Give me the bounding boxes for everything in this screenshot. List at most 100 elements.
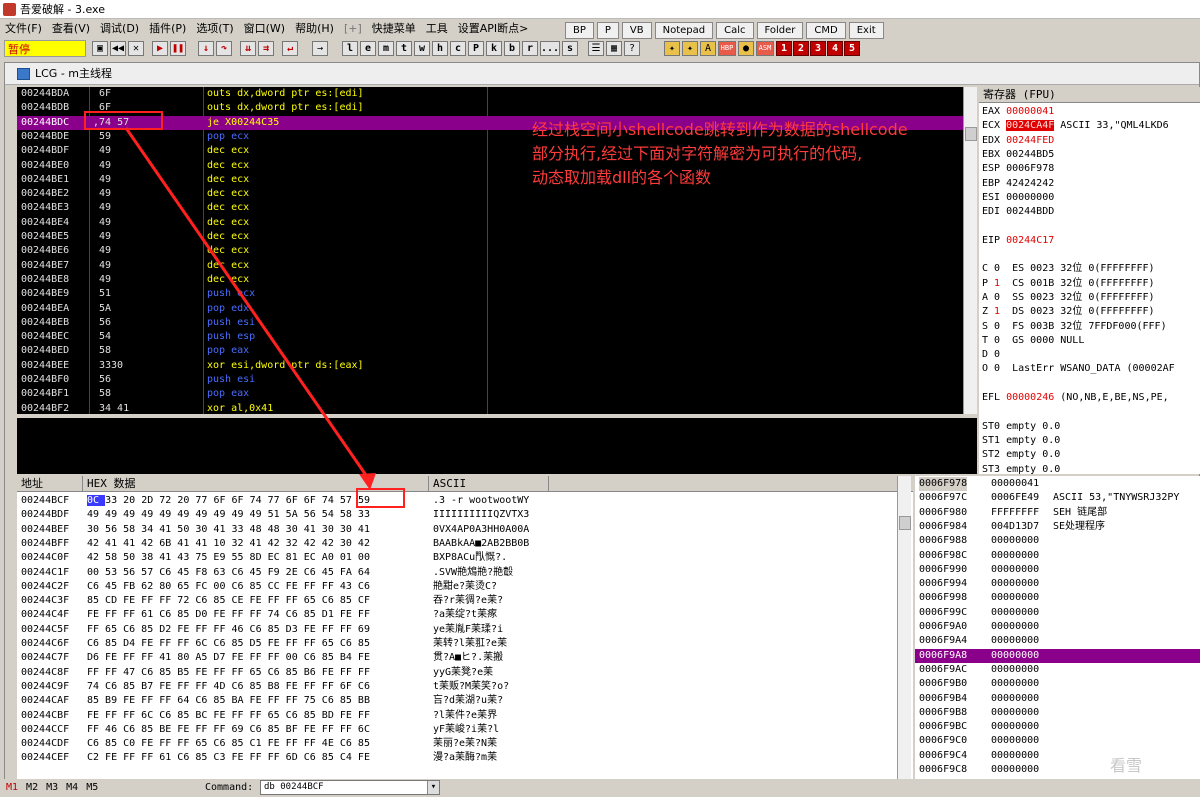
- stack-row[interactable]: 0006F9C0 00000000: [915, 734, 1200, 748]
- dump-row[interactable]: 00244C5F FF 65 C6 85 D2 FE FF FF 46 C6 85…: [17, 623, 907, 637]
- register-line[interactable]: P 1 CS 001B 32位 0(FFFFFFFF): [982, 277, 1155, 291]
- stack-row[interactable]: 0006F9C4 00000000: [915, 749, 1200, 763]
- disasm-row[interactable]: 00244BE9 51 push ecx: [17, 287, 963, 301]
- stack-row[interactable]: 0006F994 00000000: [915, 577, 1200, 591]
- asm-icon[interactable]: ASM: [756, 41, 774, 56]
- registers-pane[interactable]: 寄存器 (FPU) EAX 00000041 ECX 0024CA4F ASCII…: [979, 87, 1200, 474]
- register-line[interactable]: ECX 0024CA4F ASCII 33,"QML4LKD6: [982, 119, 1169, 133]
- window-button-12[interactable]: s: [562, 41, 578, 56]
- menu-item-9[interactable]: 工具: [421, 19, 453, 39]
- register-line[interactable]: O 0 LastErr WSANO_DATA (00002AF: [982, 362, 1175, 376]
- register-line[interactable]: EDX 00244FED: [982, 134, 1054, 148]
- register-line[interactable]: C 0 ES 0023 32位 0(FFFFFFFF): [982, 262, 1155, 276]
- execute-till-return-icon[interactable]: ↵: [282, 41, 298, 56]
- menu-item-0[interactable]: 文件(F): [0, 19, 47, 39]
- quick-button-calc[interactable]: Calc: [716, 22, 754, 39]
- stack-row[interactable]: 0006F988 00000000: [915, 534, 1200, 548]
- trace-over-icon[interactable]: ⇉: [258, 41, 274, 56]
- disasm-row[interactable]: 00244BDB 6F outs dx,dword ptr es:[edi]: [17, 101, 963, 115]
- window-button-1[interactable]: e: [360, 41, 376, 56]
- dump-row[interactable]: 00244C1F 00 53 56 57 C6 45 F8 63 C6 45 F9…: [17, 566, 907, 580]
- menu-item-2[interactable]: 调试(D): [95, 19, 144, 39]
- step-over-icon[interactable]: ↷: [216, 41, 232, 56]
- window-button-2[interactable]: m: [378, 41, 394, 56]
- quick-button-vb[interactable]: VB: [621, 22, 652, 39]
- stack-pane[interactable]: 0006F978 00000041 0006F97C 0006FE49 ASCII 53…: [915, 476, 1200, 783]
- step-into-icon[interactable]: ↓: [198, 41, 214, 56]
- stack-row[interactable]: 0006F9B4 00000000: [915, 692, 1200, 706]
- menu-item-1[interactable]: 查看(V): [47, 19, 95, 39]
- mark-m4[interactable]: M4: [66, 779, 78, 797]
- register-line[interactable]: ST3 empty 0.0: [982, 463, 1060, 475]
- mark-m2[interactable]: M2: [26, 779, 38, 797]
- dump-row[interactable]: 00244C2F C6 45 FB 62 80 65 FC 00 C6 85 CC…: [17, 580, 907, 594]
- dump-row[interactable]: 00244C7F D6 FE FF FF 41 80 A5 D7 FE FF FF…: [17, 651, 907, 665]
- help-icon[interactable]: ?: [624, 41, 640, 56]
- register-line[interactable]: S 0 FS 003B 32位 7FFDF000(FFF): [982, 320, 1167, 334]
- disasm-row[interactable]: 00244BE8 49 dec ecx: [17, 273, 963, 287]
- quick-button-bp[interactable]: BP: [565, 22, 594, 39]
- menu-item-8[interactable]: 快捷菜单: [367, 19, 421, 39]
- window-button-9[interactable]: b: [504, 41, 520, 56]
- disasm-row[interactable]: 00244BF1 58 pop eax: [17, 387, 963, 401]
- stack-row[interactable]: 0006F990 00000000: [915, 563, 1200, 577]
- register-line[interactable]: EAX 00000041: [982, 105, 1054, 119]
- menu-item-4[interactable]: 选项(T): [191, 19, 238, 39]
- disasm-row[interactable]: 00244BE3 49 dec ecx: [17, 201, 963, 215]
- dump-row[interactable]: 00244CBF FE FF FF 6C C6 85 BC FE FF FF 65…: [17, 709, 907, 723]
- register-line[interactable]: D 0: [982, 348, 1000, 362]
- quick-button-notepad[interactable]: Notepad: [654, 22, 714, 39]
- plugin-icon-4[interactable]: ●: [738, 41, 754, 56]
- stack-row[interactable]: 0006F980 FFFFFFFF SEH 链尾部: [915, 506, 1200, 520]
- disasm-row[interactable]: 00244BF0 56 push esi: [17, 373, 963, 387]
- stack-row[interactable]: 0006F9AC 00000000: [915, 663, 1200, 677]
- dump-row[interactable]: 00244C0F 42 58 50 38 41 43 75 E9 55 8D EC…: [17, 551, 907, 565]
- stack-row[interactable]: 0006F978 00000041: [915, 477, 1200, 492]
- window-button-7[interactable]: P: [468, 41, 484, 56]
- quick-button-p[interactable]: P: [596, 22, 619, 39]
- register-line[interactable]: EBP 42424242: [982, 177, 1054, 191]
- window-button-5[interactable]: h: [432, 41, 448, 56]
- plugin-icon-1[interactable]: ✦: [664, 41, 680, 56]
- dump-row[interactable]: 00244CDF C6 85 C0 FE FF FF 65 C6 85 C1 FE…: [17, 737, 907, 751]
- stack-row[interactable]: 0006F97C 0006FE49 ASCII 53,"TNYWSRJ32PY: [915, 491, 1200, 505]
- hex-dump-pane[interactable]: 地址 HEX 数据 ASCII 00244BCF 0C 33 20 2D 72 2…: [17, 476, 913, 783]
- stack-row[interactable]: 0006F998 00000000: [915, 591, 1200, 605]
- stack-row[interactable]: 0006F9B8 00000000: [915, 706, 1200, 720]
- trace-into-icon[interactable]: ⇊: [240, 41, 256, 56]
- disasm-row[interactable]: 00244BEC 54 push esp: [17, 330, 963, 344]
- register-line[interactable]: EDI 00244BDD: [982, 205, 1054, 219]
- restart-icon[interactable]: ◀◀: [110, 41, 126, 56]
- register-line[interactable]: EBX 00244BD5: [982, 148, 1054, 162]
- dump-row[interactable]: 00244BFF 42 41 41 42 6B 41 41 10 32 41 42…: [17, 537, 907, 551]
- quick-button-cmd[interactable]: CMD: [806, 22, 846, 39]
- mark-m3[interactable]: M3: [46, 779, 58, 797]
- command-input[interactable]: db 00244BCF ▾: [260, 780, 440, 795]
- grid-icon[interactable]: ▦: [606, 41, 622, 56]
- register-line[interactable]: T 0 GS 0000 NULL: [982, 334, 1084, 348]
- window-button-6[interactable]: c: [450, 41, 466, 56]
- window-button-4[interactable]: w: [414, 41, 430, 56]
- register-line[interactable]: ST1 empty 0.0: [982, 434, 1060, 448]
- disasm-row[interactable]: 00244BF2 34 41 xor al,0x41: [17, 402, 963, 414]
- disasm-row[interactable]: 00244BEA 5A pop edx: [17, 302, 963, 316]
- chevron-down-icon[interactable]: ▾: [427, 781, 439, 794]
- dump-row[interactable]: 00244C4F FE FF FF 61 C6 85 D0 FE FF FF 74…: [17, 608, 907, 622]
- dump-row[interactable]: 00244CCF FF 46 C6 85 BE FE FF FF 69 C6 85…: [17, 723, 907, 737]
- mark-m5[interactable]: M5: [86, 779, 98, 797]
- plugin-icon-3[interactable]: A: [700, 41, 716, 56]
- register-line[interactable]: Z 1 DS 0023 32位 0(FFFFFFFF): [982, 305, 1155, 319]
- disasm-row[interactable]: 00244BDA 6F outs dx,dword ptr es:[edi]: [17, 87, 963, 101]
- stack-row[interactable]: 0006F9A8 00000000: [915, 648, 1200, 663]
- disassembly-scrollbar[interactable]: [963, 87, 977, 414]
- stack-row[interactable]: 0006F9C8 00000000: [915, 763, 1200, 777]
- run-icon[interactable]: ▶: [152, 41, 168, 56]
- dump-row[interactable]: 00244C9F 74 C6 85 B7 FE FF FF 4D C6 85 B8…: [17, 680, 907, 694]
- disasm-row[interactable]: 00244BEB 56 push esi: [17, 316, 963, 330]
- stack-row[interactable]: 0006F98C 00000000: [915, 549, 1200, 563]
- quick-button-folder[interactable]: Folder: [756, 22, 804, 39]
- register-line[interactable]: A 0 SS 0023 32位 0(FFFFFFFF): [982, 291, 1155, 305]
- menu-item-3[interactable]: 插件(P): [144, 19, 191, 39]
- menu-item-5[interactable]: 窗口(W): [239, 19, 290, 39]
- number-button-1[interactable]: 1: [776, 41, 792, 56]
